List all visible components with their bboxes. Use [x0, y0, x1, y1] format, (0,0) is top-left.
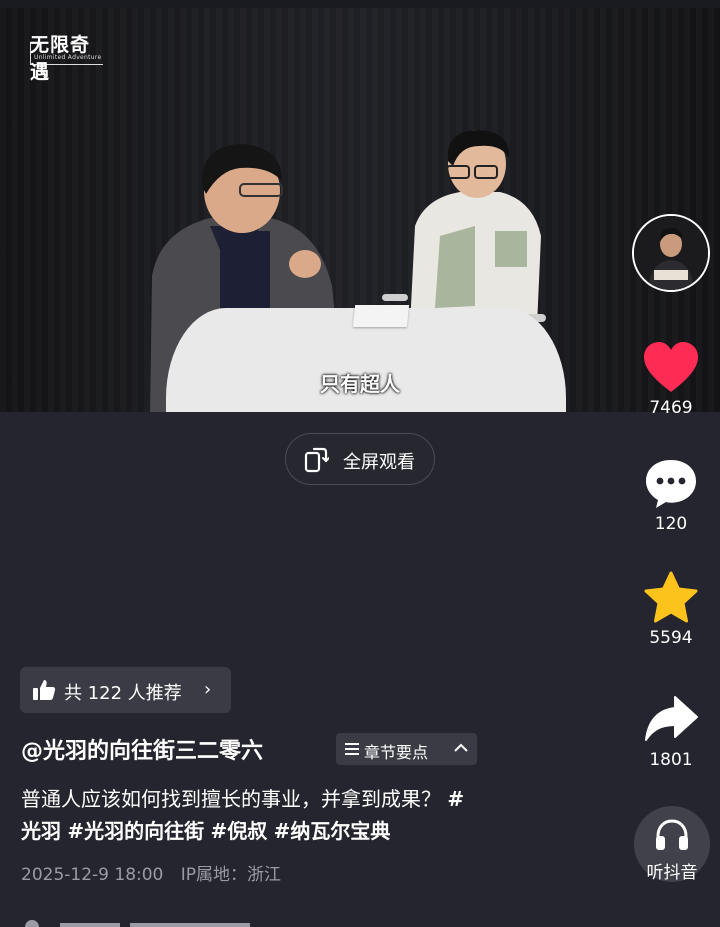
video-paper	[352, 305, 410, 327]
thumbs-up-icon	[33, 680, 56, 700]
chapter-button[interactable]: 章节要点	[336, 733, 477, 765]
post-description: 普通人应该如何找到擅长的事业，并拿到成果？ # 光羽 #光羽的向往街 #倪叔 #…	[21, 783, 601, 847]
share-arrow-icon	[645, 696, 698, 741]
ip-location: IP属地：浙江	[180, 865, 282, 885]
hashtag[interactable]: #纳瓦尔宝典	[274, 819, 391, 843]
fullscreen-icon	[304, 447, 329, 473]
comment-icon	[646, 460, 696, 508]
favorite-count: 5594	[649, 628, 693, 648]
favorite-action[interactable]: 5594	[636, 570, 706, 648]
video-player[interactable]: 无限奇遇 Unlimited Adventure 只有超人	[0, 8, 720, 412]
hashtag[interactable]: #	[447, 787, 464, 811]
video-person-right	[410, 130, 541, 326]
author-name[interactable]: @光羽的向往街三二零六	[21, 733, 263, 765]
chapter-label: 章节要点	[364, 743, 429, 762]
recommend-chip[interactable]: 共 122 人推荐 ›	[20, 667, 231, 713]
author-avatar[interactable]	[632, 214, 710, 292]
channel-logo: 无限奇遇 Unlimited Adventure	[30, 34, 103, 83]
chair-arm-left	[382, 294, 408, 301]
share-count: 1801	[649, 750, 693, 770]
fullscreen-button[interactable]: 全屏观看	[285, 433, 435, 485]
favorite-star-icon	[644, 571, 698, 623]
hashtag[interactable]: #倪叔	[210, 819, 267, 843]
post-date: 2025-12-9 18:00	[21, 865, 164, 885]
like-action[interactable]: 7469	[636, 340, 706, 418]
chevron-right-icon: ›	[204, 679, 212, 700]
hashtag[interactable]: 光羽	[21, 819, 61, 843]
hashtag[interactable]: #光羽的向往街	[67, 819, 204, 843]
fullscreen-label: 全屏观看	[343, 452, 415, 473]
chevron-up-icon	[454, 743, 468, 752]
list-icon	[345, 743, 359, 755]
like-heart-icon	[644, 342, 698, 392]
comment-count: 120	[654, 514, 688, 534]
video-subtitle: 只有超人	[320, 372, 400, 396]
description-text: 普通人应该如何找到擅长的事业，并拿到成果？	[21, 787, 441, 811]
listen-label: 听抖音	[646, 863, 698, 883]
like-count: 7469	[649, 398, 693, 418]
share-action[interactable]: 1801	[636, 692, 706, 770]
comment-action[interactable]: 120	[636, 456, 706, 534]
headphones-icon	[656, 819, 688, 850]
post-meta: 2025-12-9 18:00 IP属地：浙江	[21, 860, 293, 885]
recommend-text: 共 122 人推荐	[64, 683, 182, 704]
status-strip	[0, 0, 720, 8]
